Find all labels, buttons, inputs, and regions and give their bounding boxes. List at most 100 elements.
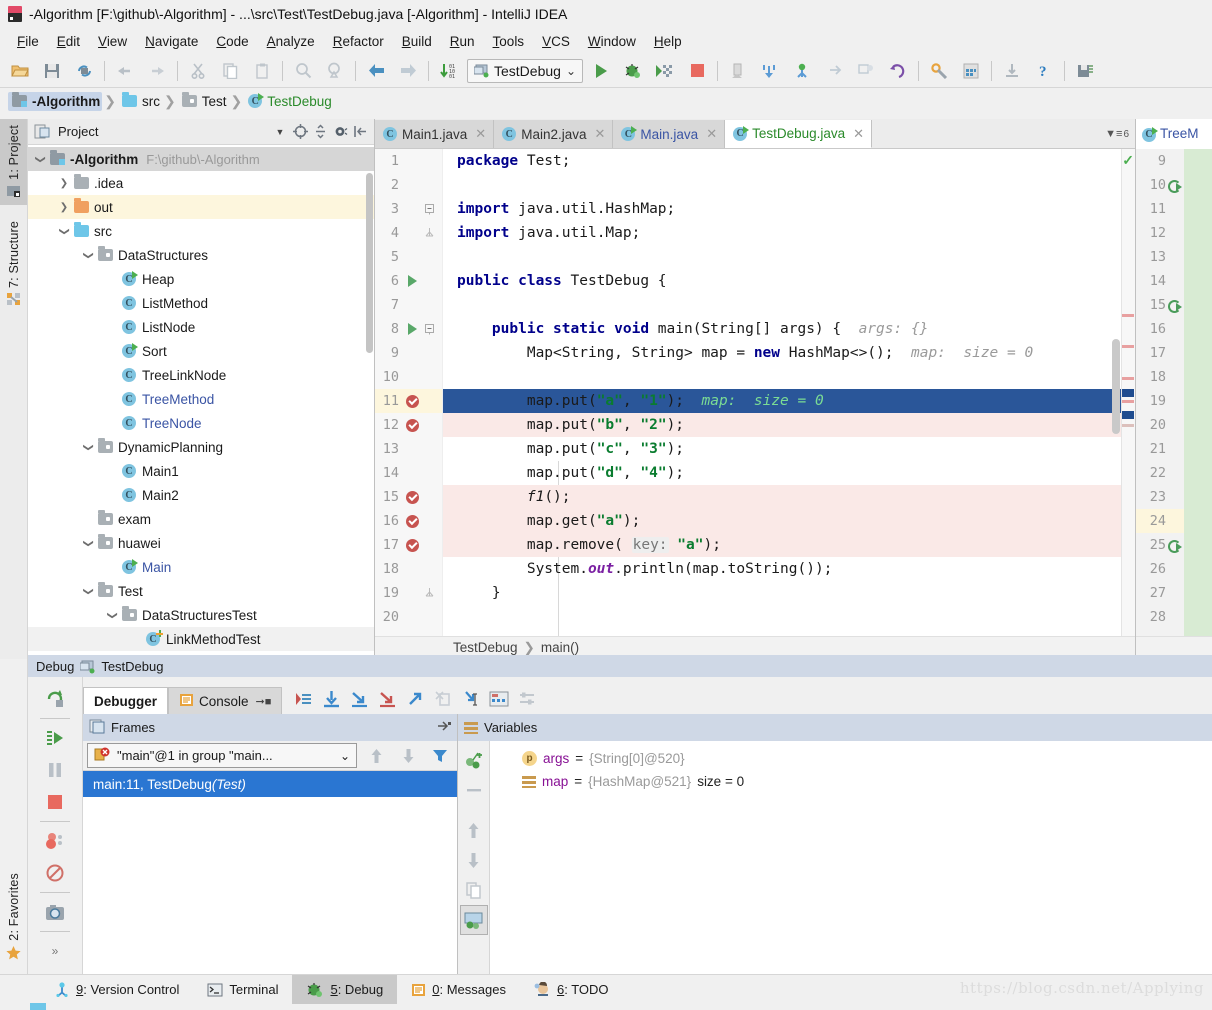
tree-node-datastructures[interactable]: ❯ DataStructures [28, 243, 374, 267]
locate-icon[interactable] [290, 122, 310, 142]
stop-icon[interactable] [38, 786, 72, 818]
breakpoint-icon[interactable] [403, 418, 421, 432]
code-line[interactable]: package Test; [443, 149, 1135, 173]
chevron-down-icon[interactable]: ⌄ [340, 749, 350, 763]
fold-end-icon[interactable] [421, 227, 437, 239]
tree-node-main[interactable]: C Main [28, 555, 374, 579]
resume-icon[interactable] [38, 722, 72, 754]
run-configuration-selector[interactable]: TestDebug ⌄ [467, 58, 583, 83]
new-watch-icon[interactable] [460, 745, 488, 775]
pin-tab-icon[interactable]: ➞■ [256, 695, 272, 708]
gutter-row[interactable]: 18 [375, 557, 442, 581]
gutter-row[interactable]: 4 [375, 221, 442, 245]
sidebar-item-project[interactable]: 1: Project [0, 119, 27, 205]
close-icon[interactable]: ✕ [706, 126, 717, 142]
tree-node-idea[interactable]: ❯ .idea [28, 171, 374, 195]
step-over-icon[interactable] [318, 686, 344, 712]
expand-collapse-icon[interactable] [310, 122, 330, 142]
right-gutter-row[interactable]: 27 [1136, 581, 1184, 605]
code-line[interactable]: public class TestDebug { [443, 269, 1135, 293]
thread-combobox[interactable]: "main"@1 in group "main... ⌄ [87, 743, 357, 768]
close-icon[interactable]: ✕ [853, 126, 864, 142]
right-gutter-row[interactable]: 14 [1136, 269, 1184, 293]
view-breakpoints-icon[interactable] [38, 825, 72, 857]
chevron-down-icon[interactable]: ❯ [107, 607, 118, 623]
build-project-icon[interactable] [722, 57, 754, 85]
hide-icon[interactable] [350, 122, 370, 142]
right-gutter-row[interactable]: 21 [1136, 437, 1184, 461]
menu-item-run[interactable]: Run [441, 31, 484, 52]
gutter-row[interactable]: 16 [375, 509, 442, 533]
copy-icon[interactable] [214, 57, 246, 85]
save-all-icon[interactable] [36, 57, 68, 85]
tree-node-heap[interactable]: C Heap [28, 267, 374, 291]
save-chip-icon[interactable] [1069, 57, 1101, 85]
tree-node-listnode[interactable]: C ListNode [28, 315, 374, 339]
replace-icon[interactable] [319, 57, 351, 85]
tab-list-icon[interactable]: ▼≡ [1105, 128, 1122, 140]
hide-pane-icon[interactable] [437, 720, 451, 735]
fold-end-icon[interactable] [421, 587, 437, 599]
frames-list[interactable]: main:11, TestDebug (Test) [83, 771, 457, 797]
override-icon[interactable] [1166, 539, 1182, 553]
copy-icon[interactable] [460, 875, 488, 905]
code-line[interactable] [443, 293, 1135, 317]
debug-tab-console[interactable]: Console ➞■ [168, 687, 283, 714]
chevron-down-icon[interactable]: ❯ [59, 223, 70, 239]
gutter-row[interactable]: 10 [375, 365, 442, 389]
code-line[interactable]: import java.util.HashMap; [443, 197, 1135, 221]
right-gutter-row[interactable]: 18 [1136, 365, 1184, 389]
project-tree[interactable]: ❯ -Algorithm F:\github\-Algorithm ❯ .idea ❯ ou… [28, 145, 374, 659]
right-gutter-row[interactable]: 25 [1136, 533, 1184, 557]
revert-icon[interactable] [882, 57, 914, 85]
step-into-icon[interactable] [346, 686, 372, 712]
run-gutter-icon[interactable] [403, 275, 421, 287]
code-line[interactable] [443, 605, 1135, 629]
tab-treemethod[interactable]: C TreeM [1136, 119, 1212, 149]
force-step-into-icon[interactable] [374, 686, 400, 712]
tree-node-listmethod[interactable]: C ListMethod [28, 291, 374, 315]
variable-row[interactable]: map = {HashMap@521} size = 0 [490, 770, 1212, 793]
override-icon[interactable] [1166, 299, 1182, 313]
error-stripe[interactable]: ✓ [1112, 149, 1135, 636]
run-gutter-icon[interactable] [403, 323, 421, 335]
code-line[interactable]: System.out.println(map.toString()); [443, 557, 1135, 581]
menu-item-navigate[interactable]: Navigate [136, 31, 207, 52]
chevron-down-icon[interactable]: ❯ [83, 535, 94, 551]
right-gutter-row[interactable]: 12 [1136, 221, 1184, 245]
push-icon[interactable] [818, 57, 850, 85]
menu-item-edit[interactable]: Edit [48, 31, 89, 52]
filter-icon[interactable] [427, 743, 453, 769]
editor-vertical-scrollbar[interactable] [1112, 339, 1120, 434]
gutter-row[interactable]: 2 [375, 173, 442, 197]
undo-icon[interactable] [109, 57, 141, 85]
tree-node-out[interactable]: ❯ out [28, 195, 374, 219]
breakpoint-icon[interactable] [403, 394, 421, 408]
menu-item-refactor[interactable]: Refactor [324, 31, 393, 52]
editor-tab-main1java[interactable]: C Main1.java ✕ [375, 120, 495, 148]
tree-node-algorithm[interactable]: ❯ -Algorithm F:\github\-Algorithm [28, 147, 374, 171]
pause-icon[interactable] [38, 754, 72, 786]
statusbar-item-5debug[interactable]: 5: Debug [292, 974, 398, 1005]
right-gutter-row[interactable]: 22 [1136, 461, 1184, 485]
tree-node-src[interactable]: ❯ src [28, 219, 374, 243]
tree-node-linkmethodtest[interactable]: C LinkMethodTest [28, 627, 374, 651]
code-line[interactable]: map.put("d", "4"); [443, 461, 1135, 485]
settings-icon[interactable] [923, 57, 955, 85]
code-line[interactable] [443, 173, 1135, 197]
chevron-down-icon[interactable]: ❯ [83, 439, 94, 455]
inline-watch-icon[interactable] [459, 905, 488, 935]
menu-item-analyze[interactable]: Analyze [258, 31, 324, 52]
cut-icon[interactable] [182, 57, 214, 85]
gutter-row[interactable]: 17 [375, 533, 442, 557]
editor-tab-testdebugjava[interactable]: C TestDebug.java ✕ [725, 120, 873, 148]
code-line[interactable]: public static void main(String[] args) {… [443, 317, 1135, 341]
run-coverage-icon[interactable] [649, 57, 681, 85]
right-gutter-row[interactable]: 9 [1136, 149, 1184, 173]
breakpoint-icon[interactable] [403, 538, 421, 552]
forward-icon[interactable] [392, 57, 424, 85]
sidebar-item-structure[interactable]: 7: Structure [0, 215, 27, 313]
gutter-row[interactable]: 6 [375, 269, 442, 293]
close-icon[interactable]: ✕ [475, 126, 486, 142]
right-gutter-row[interactable]: 15 [1136, 293, 1184, 317]
